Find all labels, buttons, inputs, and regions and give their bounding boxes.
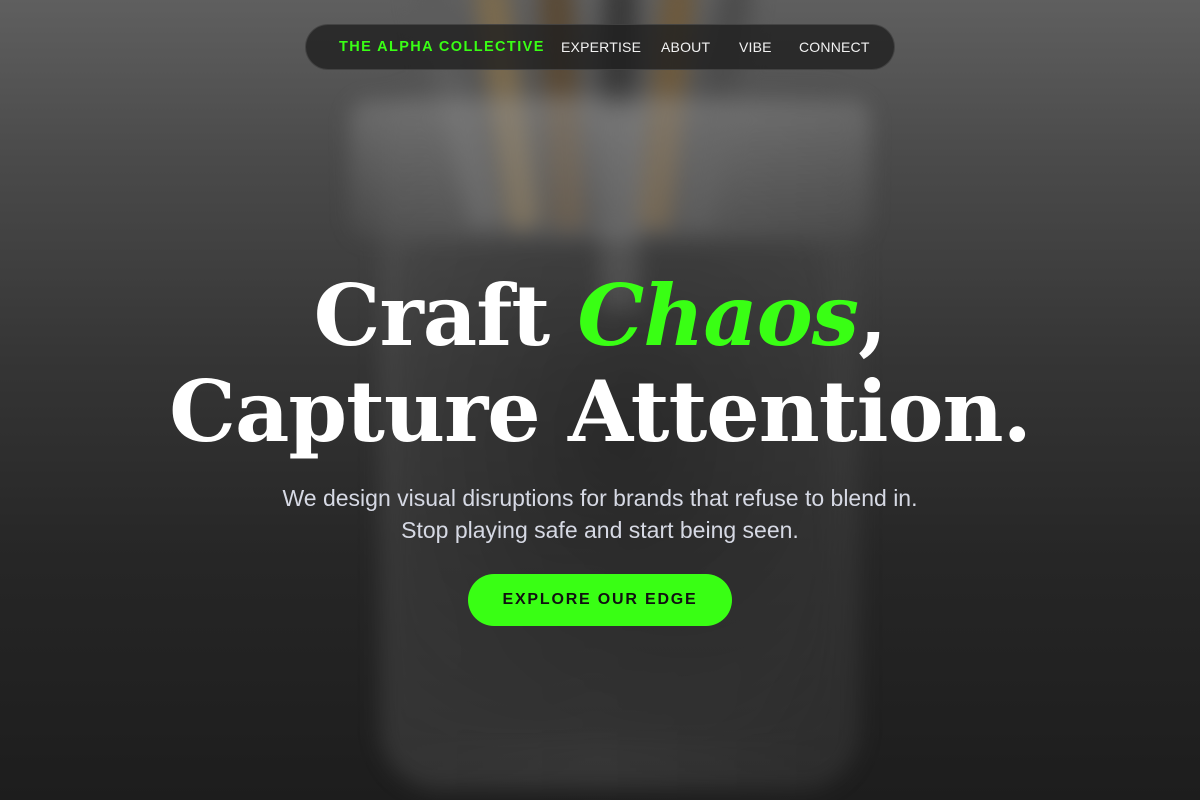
hero-subtitle: We design visual disruptions for brands … [282,485,918,543]
brand-logo[interactable]: THE ALPHA COLLECTIVE [339,39,545,55]
top-navigation: THE ALPHA COLLECTIVE EXPERTISE ABOUT VIB… [305,24,895,70]
headline-accent-word: Chaos [577,266,859,365]
explore-cta-button[interactable]: EXPLORE OUR EDGE [468,574,732,626]
headline-text-start: Craft [313,266,578,365]
hero-section: Craft Chaos, Capture Attention. We desig… [0,268,1200,626]
hero-headline: Craft Chaos, Capture Attention. [0,268,1200,460]
nav-link-about[interactable]: ABOUT [661,39,710,55]
headline-comma: , [858,266,887,365]
landing-page: THE ALPHA COLLECTIVE EXPERTISE ABOUT VIB… [0,0,1200,800]
nav-link-expertise[interactable]: EXPERTISE [561,39,641,55]
nav-link-vibe[interactable]: VIBE [739,39,772,55]
nav-link-connect[interactable]: CONNECT [799,39,870,55]
headline-line-two: Capture Attention. [169,362,1032,461]
